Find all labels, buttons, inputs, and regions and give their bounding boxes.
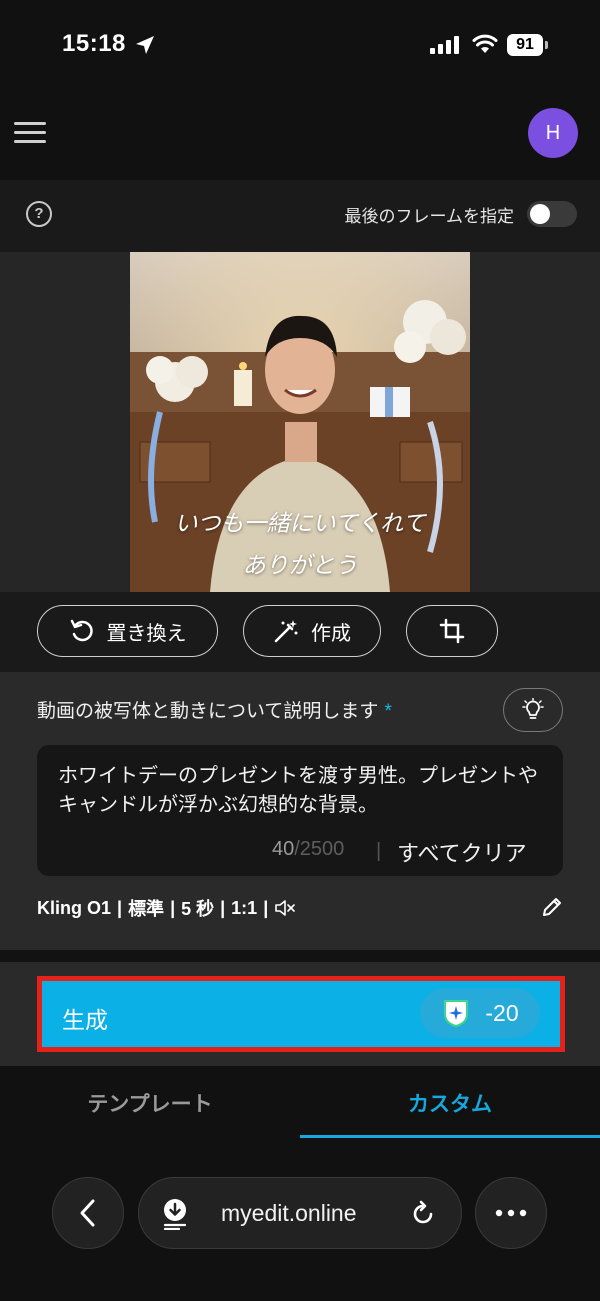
download-icon xyxy=(163,1199,187,1230)
char-count-max: /2500 xyxy=(294,838,345,860)
magic-wand-icon xyxy=(274,620,298,643)
prompt-text[interactable]: ホワイトデーのプレゼントを渡す男性。プレゼントやキャンドルが浮かぶ幻想的な背景。 xyxy=(58,762,548,820)
avatar[interactable]: H xyxy=(528,108,578,158)
replace-label: 置き換え xyxy=(106,622,187,645)
settings-separator: | xyxy=(263,897,269,918)
credit-shield-icon xyxy=(444,1000,469,1028)
browser-back-button[interactable] xyxy=(52,1177,124,1249)
create-button[interactable]: 作成 xyxy=(243,605,381,657)
settings-separator: | xyxy=(170,897,176,918)
photo-caption-line1: いつも一緒にいてくれて xyxy=(174,511,426,537)
location-arrow-icon xyxy=(136,36,154,54)
tab-template[interactable]: テンプレート xyxy=(0,1088,300,1118)
settings-separator: | xyxy=(117,897,123,918)
last-frame-toggle[interactable] xyxy=(527,201,577,227)
battery-icon: 91 xyxy=(507,34,549,56)
section-divider xyxy=(0,950,600,962)
required-mark: * xyxy=(384,701,392,722)
char-count-value: 40 xyxy=(272,838,295,860)
active-tab-indicator xyxy=(300,1135,600,1138)
more-dots-icon xyxy=(495,1209,527,1217)
undo-icon xyxy=(70,619,93,642)
chevron-left-icon xyxy=(80,1199,95,1227)
prompt-ideas-button[interactable] xyxy=(503,688,563,732)
wifi-icon xyxy=(472,34,498,53)
photo-caption-line2: ありがとう xyxy=(242,553,358,579)
pencil-icon[interactable] xyxy=(540,895,564,919)
menu-icon[interactable] xyxy=(14,122,46,146)
clear-all-button[interactable]: すべてクリア xyxy=(397,836,527,868)
crop-icon xyxy=(439,618,465,644)
prompt-title-text: 動画の被写体と動きについて説明します xyxy=(37,701,379,722)
battery-level: 91 xyxy=(507,34,543,56)
tab-custom[interactable]: カスタム xyxy=(300,1088,600,1118)
generate-button[interactable]: 生成 -20 xyxy=(37,976,565,1052)
help-icon[interactable]: ? xyxy=(26,201,52,227)
count-separator: | xyxy=(376,840,382,862)
credit-cost: -20 xyxy=(485,999,519,1026)
status-time: 15:18 xyxy=(62,30,126,57)
cellular-signal-icon xyxy=(430,36,459,54)
character-count: 40/2500 xyxy=(272,838,344,861)
create-label: 作成 xyxy=(311,622,351,645)
last-frame-label: 最後のフレームを指定 xyxy=(344,207,515,226)
settings-separator: | xyxy=(220,897,226,918)
lightbulb-icon xyxy=(522,698,544,719)
sound-muted-icon xyxy=(275,900,296,916)
uploaded-photo: いつも一緒にいてくれて ありがとう xyxy=(130,252,470,592)
generation-settings[interactable]: Kling O1 | 標準 | 5 秒 | 1:1 | xyxy=(37,895,296,921)
reload-icon[interactable] xyxy=(409,1200,437,1228)
url-text: myedit.online xyxy=(221,1200,357,1226)
toggle-knob xyxy=(530,204,550,224)
credit-cost-badge: -20 xyxy=(420,988,540,1038)
browser-more-button[interactable] xyxy=(475,1177,547,1249)
prompt-title: 動画の被写体と動きについて説明します * xyxy=(37,696,392,723)
address-bar[interactable]: myedit.online xyxy=(138,1177,462,1249)
model-name: Kling O1 xyxy=(37,897,112,918)
ratio-setting: 1:1 xyxy=(231,897,258,918)
crop-button[interactable] xyxy=(406,605,498,657)
duration-setting: 5 秒 xyxy=(181,899,215,919)
generate-label: 生成 xyxy=(62,1007,108,1033)
quality-setting: 標準 xyxy=(128,899,165,919)
replace-button[interactable]: 置き換え xyxy=(37,605,218,657)
